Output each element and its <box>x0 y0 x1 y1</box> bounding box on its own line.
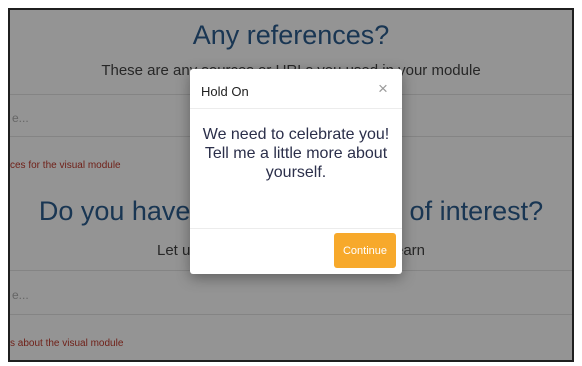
dialog-message: We need to celebrate you! Tell me a litt… <box>202 126 390 181</box>
dialog-header: Hold On × <box>190 69 402 109</box>
close-icon[interactable]: × <box>374 80 392 98</box>
continue-button[interactable]: Continue <box>334 233 396 268</box>
dialog-footer: Continue <box>190 228 402 274</box>
dialog-title: Hold On <box>201 84 249 99</box>
screenshot-frame: Any references? These are any sources or… <box>8 8 574 362</box>
hold-on-dialog: Hold On × We need to celebrate you! Tell… <box>190 69 402 274</box>
